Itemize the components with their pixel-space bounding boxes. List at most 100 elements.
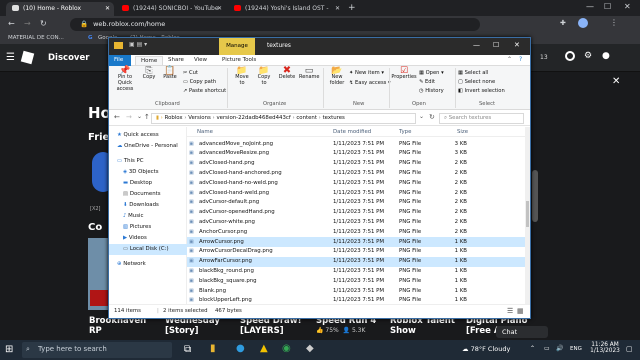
forward-icon[interactable]: → (24, 19, 31, 28)
delete-button[interactable]: ✖ Delete (277, 66, 297, 81)
column-date-modified[interactable]: Date modified (333, 129, 371, 135)
file-row[interactable]: ▣ Blank.png 1/11/2023 7:51 PM PNG File 1 KB (187, 286, 525, 296)
file-row[interactable]: ▣ ArrowCursorDecalDrag.png 1/11/2023 7:51 … (187, 247, 525, 257)
chrome-icon[interactable]: ◉ (282, 343, 291, 354)
select-all-button[interactable]: ▦ Select all (458, 70, 488, 76)
tab-share[interactable]: Share (163, 56, 189, 64)
column-size[interactable]: Size (457, 129, 468, 135)
hamburger-icon[interactable]: ☰ (6, 52, 15, 63)
file-explorer-taskbar-icon[interactable]: ▮ (210, 343, 216, 354)
file-row[interactable]: ▣ advClosed-hand-anchored.png 1/11/2023 7:… (187, 168, 525, 178)
nav-local-disk[interactable]: ▭ Local Disk (C:) (109, 244, 187, 255)
paste-shortcut-button[interactable]: ↗ Paste shortcut (183, 88, 226, 94)
edit-button[interactable]: ✎ Edit (419, 79, 435, 85)
manage-context-tab[interactable]: Manage (219, 38, 255, 55)
page-scrollbar[interactable] (532, 170, 538, 222)
close-icon[interactable]: ✕ (105, 5, 110, 12)
breadcrumb-item[interactable]: Roblox (165, 115, 183, 121)
task-view-icon[interactable]: ⧉ (184, 344, 191, 355)
nav-onedrive[interactable]: ☁ OneDrive - Personal (109, 141, 187, 152)
extensions-icon[interactable]: ✚ (560, 19, 566, 27)
nav-videos[interactable]: ▶ Videos (109, 233, 187, 244)
breadcrumb-item[interactable]: version-22dadb468ed443cf (216, 115, 290, 121)
file-row[interactable]: ▣ AnchorCursor.png 1/11/2023 7:51 PM PNG Fi… (187, 227, 525, 237)
tab-youtube-yoshi[interactable]: (19244) Yoshi's Island OST - ✕ (228, 2, 344, 16)
column-type[interactable]: Type (399, 129, 411, 135)
game-title[interactable]: Brookhaven RP (89, 316, 159, 336)
weather-widget[interactable]: ☁ 78°F Cloudy (462, 345, 510, 353)
app-icon[interactable]: ▲ (260, 343, 268, 354)
minimize-button[interactable]: — (473, 41, 480, 49)
copy-button[interactable]: ⎘ Copy (141, 67, 157, 81)
file-row[interactable]: ▣ advCursor-default.png 1/11/2023 7:51 PM P… (187, 198, 525, 208)
refresh-icon[interactable]: ↻ (429, 113, 435, 121)
file-row[interactable]: ▣ ArrowFarCursor.png 1/11/2023 7:51 PM PNG … (187, 256, 525, 267)
dropdown-icon[interactable]: ⌄ (419, 113, 424, 120)
close-window-button[interactable]: ✕ (514, 41, 520, 49)
language-indicator[interactable]: ENG (570, 346, 582, 352)
file-row[interactable]: ▣ advCursor-openedHand.png 1/11/2023 7:51 … (187, 208, 525, 218)
rename-button[interactable]: ▭ Rename (299, 67, 320, 81)
nav-desktop[interactable]: ▬ Desktop (109, 178, 187, 189)
cut-button[interactable]: ✂ Cut (183, 70, 198, 76)
address-bar[interactable]: 🔒 web.roblox.com/home (70, 18, 480, 31)
tab-picture-tools[interactable]: Picture Tools (217, 56, 261, 64)
file-row[interactable]: ▣ advClosed-hand.png 1/11/2023 7:51 PM PNG … (187, 159, 525, 169)
select-none-button[interactable]: ▢ Select none (458, 79, 495, 85)
notification-center-icon[interactable]: ▢ (626, 345, 633, 353)
large-icons-view-icon[interactable]: ▦ (517, 307, 524, 315)
tab-home[interactable]: Home (135, 56, 164, 65)
file-row[interactable]: ▣ blackBkg_square.png 1/11/2023 7:51 PM PNG… (187, 276, 525, 286)
nav-discover[interactable]: Discover (48, 53, 89, 63)
volume-icon[interactable]: 🔊 (556, 345, 563, 352)
quick-access-toolbar[interactable]: ▣ ▤ ▾ (129, 41, 147, 48)
column-name[interactable]: Name (197, 129, 213, 135)
network-tray-icon[interactable]: ▭ (544, 345, 550, 352)
roblox-taskbar-icon[interactable]: ◆ (306, 343, 314, 354)
close-icon[interactable]: ✕ (612, 76, 620, 87)
file-row[interactable]: ▣ ArrowCursor.png 1/11/2023 7:51 PM PNG Fil… (187, 237, 525, 247)
game-title[interactable]: Roblox Talent Show (390, 316, 465, 336)
details-view-icon[interactable]: ☰ (507, 307, 513, 315)
scrollbar-thumb[interactable] (526, 201, 529, 227)
vertical-scrollbar[interactable] (525, 127, 530, 304)
notifications-icon[interactable]: ● (602, 51, 610, 61)
menu-icon[interactable]: ⋮ (610, 18, 618, 27)
breadcrumb[interactable]: ▮ › Roblox › Versions › version-22dadb46… (151, 113, 416, 124)
nav-network[interactable]: ⊕ Network (109, 259, 187, 270)
nav-pictures[interactable]: ▧ Pictures (109, 222, 187, 233)
invert-selection-button[interactable]: ◧ Invert selection (458, 88, 505, 94)
file-row[interactable]: ▣ advCursor-white.png 1/11/2023 7:51 PM PNG… (187, 217, 525, 227)
tab-youtube-sonicboi[interactable]: (19244) SONICBOI - YouTube ✕ (116, 2, 226, 16)
nav-3d-objects[interactable]: ◈ 3D Objects (109, 167, 187, 178)
history-button[interactable]: ◷ History (419, 88, 444, 94)
game-title[interactable]: Wednesday [Story] (165, 316, 235, 336)
file-row[interactable]: ▣ blackBkg_round.png 1/11/2023 7:51 PM PNG … (187, 266, 525, 276)
edge-icon[interactable]: ● (236, 343, 245, 354)
paste-button[interactable]: 📋 Paste (161, 67, 179, 81)
reload-icon[interactable]: ↻ (40, 19, 47, 28)
google-icon[interactable]: G (88, 35, 93, 41)
tray-chevron-icon[interactable]: ⌃ (530, 345, 535, 352)
move-to-button[interactable]: 📁 Move to (233, 67, 251, 87)
properties-button[interactable]: ☑ Properties (391, 67, 417, 81)
breadcrumb-item[interactable]: textures (323, 115, 345, 121)
pin-quick-access-button[interactable]: 📌 Pin to Quick access (113, 67, 137, 93)
up-icon[interactable]: ↑ (144, 113, 150, 121)
file-row[interactable]: ▣ advClosed-hand-weld.png 1/11/2023 7:51 P… (187, 188, 525, 198)
file-row[interactable]: ▣ advClosed-hand-no-weld.png 1/11/2023 7:5… (187, 178, 525, 188)
breadcrumb-item[interactable]: Versions (188, 115, 211, 121)
nav-documents[interactable]: ▤ Documents (109, 189, 187, 200)
minimize-button[interactable]: — (586, 2, 594, 11)
maximize-button[interactable]: ☐ (493, 41, 499, 49)
easy-access-button[interactable]: ↯ Easy access ▾ (349, 80, 391, 86)
forward-icon[interactable]: → (126, 113, 132, 121)
collapse-ribbon-icon[interactable]: ⌃ (507, 56, 512, 63)
roblox-logo-icon[interactable] (20, 50, 35, 65)
recent-locations-icon[interactable]: ⌄ (137, 113, 142, 120)
file-row[interactable]: ▣ advancedMove_noJoint.png 1/11/2023 7:51 … (187, 139, 525, 149)
bookmark-material[interactable]: MATERIAL DE CON... (8, 35, 64, 41)
windows-start-icon[interactable]: ⊞ (5, 344, 13, 355)
nav-downloads[interactable]: ⬇ Downloads (109, 200, 187, 211)
profile-avatar[interactable] (578, 18, 588, 28)
